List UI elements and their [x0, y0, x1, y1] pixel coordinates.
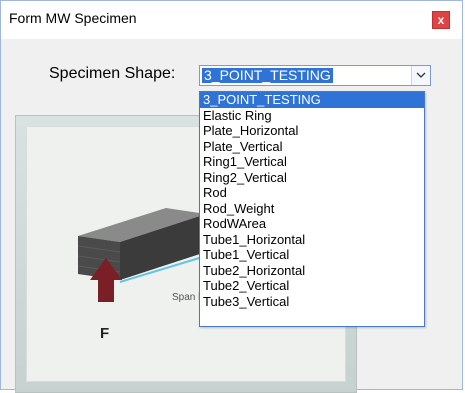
option-ring2-vertical[interactable]: Ring2_Vertical: [200, 170, 424, 186]
option-elastic-ring[interactable]: Elastic Ring: [200, 108, 424, 124]
option-plate-vertical[interactable]: Plate_Vertical: [200, 139, 424, 155]
option-tube2-horizontal[interactable]: Tube2_Horizontal: [200, 263, 424, 279]
option-rod[interactable]: Rod: [200, 185, 424, 201]
force-label-left: F: [100, 325, 109, 342]
option-rod-weight[interactable]: Rod_Weight: [200, 201, 424, 217]
selected-shape-value: 3_POINT_TESTING: [202, 67, 333, 83]
specimen-shape-select[interactable]: 3_POINT_TESTING: [199, 65, 431, 86]
option-plate-horizontal[interactable]: Plate_Horizontal: [200, 123, 424, 139]
close-button[interactable]: x: [432, 11, 450, 29]
option-rodwarea[interactable]: RodWArea: [200, 216, 424, 232]
option-ring1-vertical[interactable]: Ring1_Vertical: [200, 154, 424, 170]
chevron-down-icon[interactable]: [411, 66, 430, 85]
option-tube3-vertical[interactable]: Tube3_Vertical: [200, 294, 424, 310]
option-3-point-testing[interactable]: 3_POINT_TESTING: [200, 92, 424, 108]
window-title: Form MW Specimen: [9, 10, 137, 26]
close-icon: x: [437, 13, 445, 27]
option-tube1-vertical[interactable]: Tube1_Vertical: [200, 247, 424, 263]
title-bar: Form MW Specimen x: [1, 1, 462, 39]
specimen-shape-label: Specimen Shape:: [49, 65, 176, 82]
specimen-block: [77, 208, 206, 280]
option-tube2-vertical[interactable]: Tube2_Vertical: [200, 278, 424, 294]
option-tube1-horizontal[interactable]: Tube1_Horizontal: [200, 232, 424, 248]
specimen-shape-dropdown[interactable]: 3_POINT_TESTING Elastic Ring Plate_Horiz…: [199, 91, 425, 327]
